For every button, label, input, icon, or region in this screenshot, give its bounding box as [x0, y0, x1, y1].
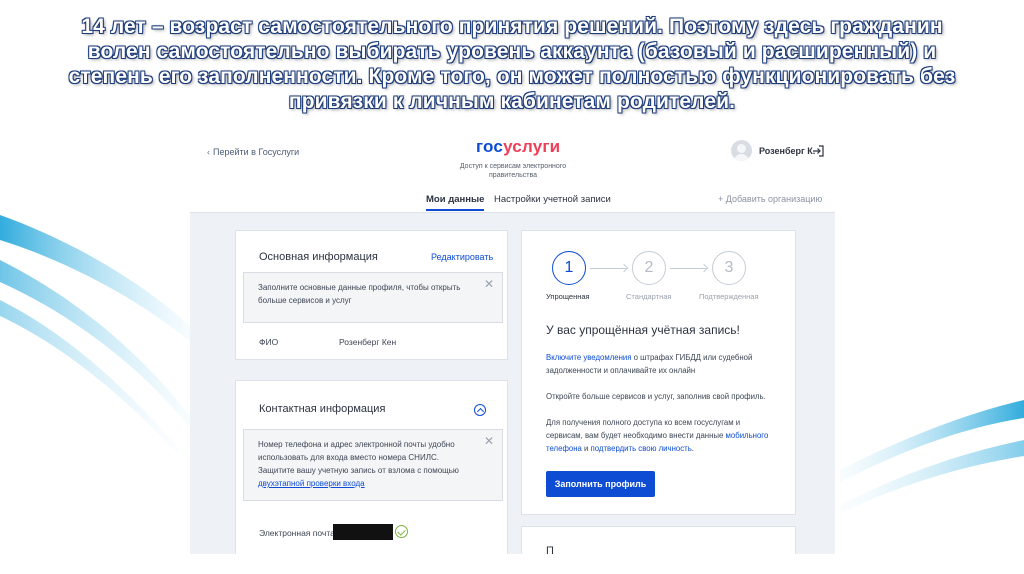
back-link-label: Перейти в Госуслуги [213, 147, 300, 157]
avatar[interactable] [731, 140, 752, 161]
full-access-and: и [581, 444, 591, 453]
verified-check-icon [395, 525, 408, 538]
tab-my-data[interactable]: Мои данные [426, 194, 485, 211]
chevron-up-icon[interactable] [474, 404, 486, 416]
tab-account-settings[interactable]: Настройки учетной записи [494, 194, 611, 205]
enable-notifications-link[interactable]: Включите уведомления [546, 353, 631, 362]
basic-info-notice-text: Заполните основные данные профиля, чтобы… [258, 283, 461, 305]
edit-button[interactable]: Редактировать [431, 252, 493, 262]
open-services-paragraph: Откройте больше сервисов и услуг, заполн… [546, 392, 766, 401]
notifications-paragraph: Включите уведомления о штрафах ГИБДД или… [546, 351, 776, 377]
logo-part-uslugi: услуги [503, 137, 561, 156]
step-3-circle: 3 [712, 251, 746, 285]
contact-info-title: Контактная информация [259, 403, 386, 415]
account-status-card: 1 2 3 Упрощенная Стандартная Подтвержден… [521, 230, 796, 515]
basic-info-notice: Заполните основные данные профиля, чтобы… [243, 272, 503, 323]
confirm-identity-link[interactable]: подтвердить свою личность [591, 444, 692, 453]
basic-info-card: Основная информация Редактировать Заполн… [235, 230, 508, 360]
basic-info-title: Основная информация [259, 251, 378, 263]
full-access-paragraph: Для получения полного доступа ко всем го… [546, 416, 776, 455]
fio-value: Розенберг Кен [339, 337, 397, 347]
contact-notice-line1: Номер телефона и адрес электронной почты… [258, 440, 455, 462]
next-card: П [521, 526, 796, 554]
full-access-end: . [691, 444, 694, 453]
gosuslugi-screenshot: ‹ Перейти в Госуслуги госуслуги Доступ к … [190, 128, 835, 554]
step-1-circle: 1 [552, 251, 586, 285]
chevron-left-icon: ‹ [207, 147, 210, 157]
close-icon[interactable]: ✕ [484, 278, 494, 291]
next-card-title: П [546, 545, 554, 554]
step-arrow-icon [670, 268, 706, 269]
step-arrow-icon [590, 268, 626, 269]
profile-tabs: Мои данные Настройки учетной записи + До… [190, 190, 835, 212]
step-2-label: Стандартная [626, 292, 672, 301]
logo-part-gos: гос [476, 137, 504, 156]
logo-tagline: Доступ к сервисам электронного правитель… [459, 163, 567, 179]
redacted-email-value [333, 524, 393, 540]
email-label: Электронная почта [259, 528, 335, 538]
contact-notice-line2: Защитите вашу учетную запись от взлома с… [258, 466, 459, 475]
contact-info-notice: Номер телефона и адрес электронной почты… [243, 429, 503, 501]
logout-icon[interactable] [812, 145, 824, 157]
back-to-gosuslugi-link[interactable]: ‹ Перейти в Госуслуги [207, 147, 299, 157]
close-icon[interactable]: ✕ [484, 435, 494, 448]
step-3-label: Подтвержденная [699, 292, 759, 301]
content-area: Основная информация Редактировать Заполн… [190, 212, 835, 554]
step-1-label: Упрощенная [546, 292, 590, 301]
slide-heading: 14 лет – возраст самостоятельного принят… [68, 15, 956, 113]
account-status-title: У вас упрощённая учётная запись! [546, 323, 740, 337]
step-2-circle: 2 [632, 251, 666, 285]
gosuslugi-logo[interactable]: госуслуги [476, 137, 560, 157]
fio-label: ФИО [259, 337, 279, 347]
user-name[interactable]: Розенберг К. [759, 146, 815, 156]
presentation-slide: 14 лет – возраст самостоятельного принят… [0, 0, 1024, 574]
contact-info-card: Контактная информация Номер телефона и а… [235, 380, 508, 554]
two-step-verification-link[interactable]: двухэтапной проверки входа [258, 479, 365, 488]
add-organization-link[interactable]: + Добавить организацию [718, 194, 822, 204]
full-access-text: Для получения полного доступа ко всем го… [546, 418, 741, 440]
fill-profile-button[interactable]: Заполнить профиль [546, 471, 655, 497]
